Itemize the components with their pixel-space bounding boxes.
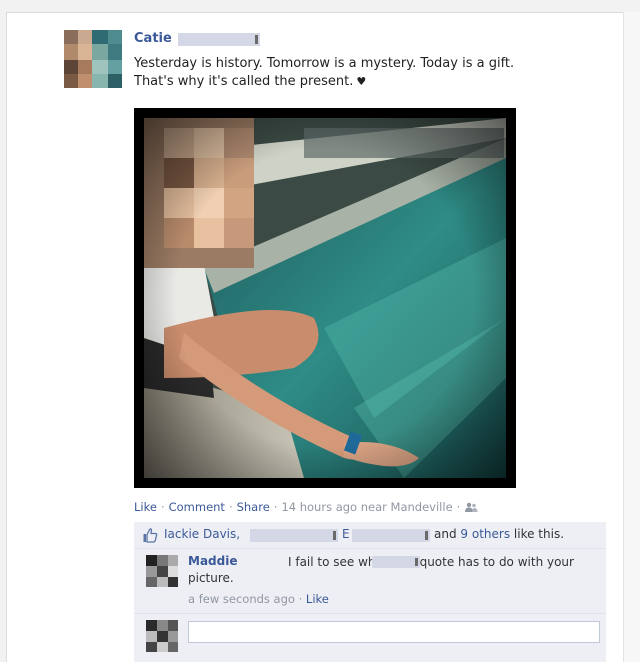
likes-others-link[interactable]: 9 others <box>460 527 510 541</box>
likes-text: and 9 others like this. <box>434 527 564 541</box>
write-comment <box>134 614 606 662</box>
browser-frame-top <box>0 0 640 13</box>
thumbs-up-icon[interactable] <box>142 527 158 543</box>
author-avatar[interactable] <box>64 30 122 88</box>
share-link[interactable]: Share <box>237 500 270 514</box>
likes-and: and <box>434 527 457 541</box>
comment-timestamp[interactable]: a few seconds ago <box>188 592 295 606</box>
status-line-2: That's why it's called the present. <box>134 74 354 89</box>
comment-input[interactable] <box>188 621 600 643</box>
redacted-liker <box>250 529 338 542</box>
comment-like-link[interactable]: Like <box>306 592 329 606</box>
photo-image <box>144 118 506 478</box>
post-timestamp[interactable]: 14 hours ago near Mandeville <box>281 500 452 514</box>
separator: · <box>456 500 461 514</box>
comment-link[interactable]: Comment <box>169 500 225 514</box>
page-scrollbar[interactable] <box>623 12 640 662</box>
separator: · <box>273 500 278 514</box>
comment: I fail to see what that quote has to do … <box>134 549 606 614</box>
liker-initial[interactable]: E <box>342 527 350 541</box>
redacted-surname <box>178 33 260 46</box>
separator: · <box>298 592 303 606</box>
likes-suffix: like this. <box>513 527 565 541</box>
post-author-name[interactable]: Catie <box>134 31 172 46</box>
like-link[interactable]: Like <box>134 500 157 514</box>
commenter-name[interactable]: Maddie <box>188 554 237 568</box>
status-text: Yesterday is history. Tomorrow is a myst… <box>134 55 604 91</box>
heart-icon: ♥ <box>356 75 367 88</box>
viewer-avatar <box>146 620 178 652</box>
friends-icon[interactable] <box>464 502 478 512</box>
browser-frame-left <box>0 12 7 662</box>
comment-meta: a few seconds ago · Like <box>188 592 329 606</box>
separator: · <box>228 500 233 514</box>
likes-summary: Jackie Davis, E and 9 others like this. <box>134 522 606 549</box>
status-line-1: Yesterday is history. Tomorrow is a myst… <box>134 56 515 71</box>
likers-list: Jackie Davis, <box>164 527 241 541</box>
separator: · <box>160 500 165 514</box>
post-actions: Like · Comment · Share · 14 hours ago near Man… <box>134 500 478 514</box>
commenter-avatar[interactable] <box>146 555 178 587</box>
redacted-surname <box>372 556 420 568</box>
redacted-liker <box>352 529 430 542</box>
liker-name[interactable]: Jackie Davis <box>164 527 236 538</box>
post-photo[interactable] <box>134 108 516 488</box>
